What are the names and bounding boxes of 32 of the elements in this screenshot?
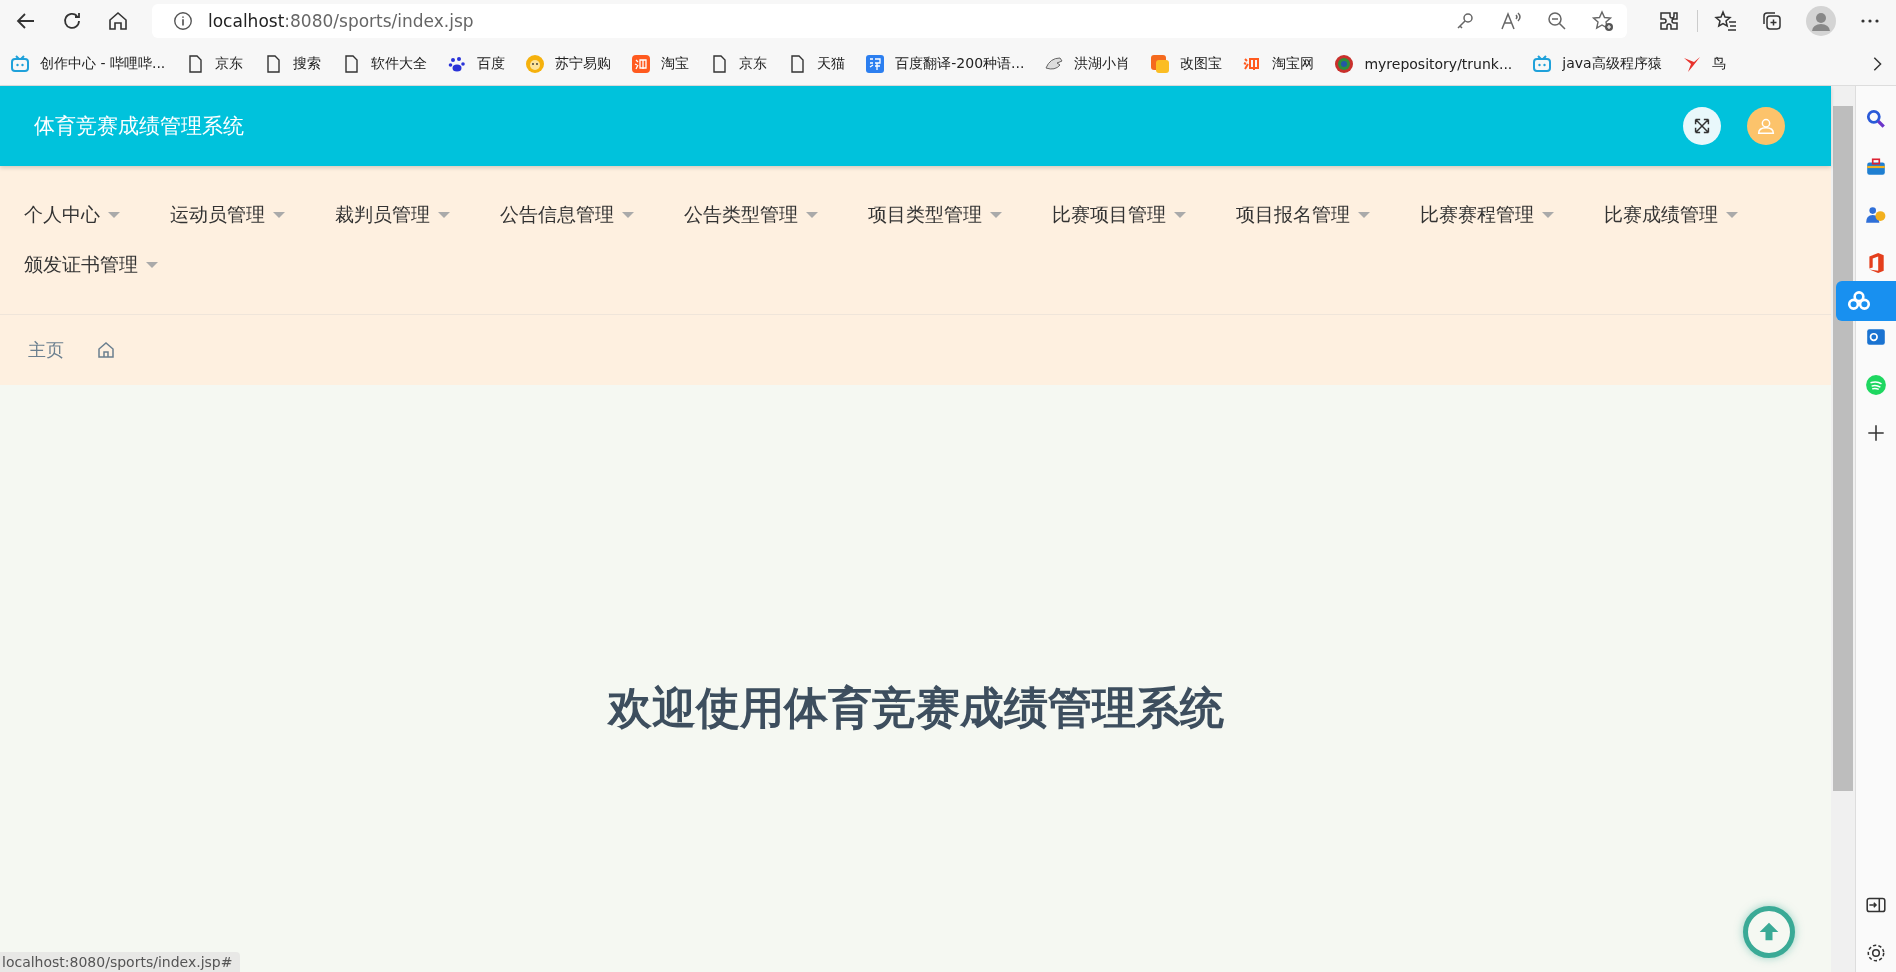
bookmark-item[interactable]: 百度翻译-200种语... bbox=[865, 53, 1025, 74]
nav-menu-item[interactable]: 裁判员管理 bbox=[335, 201, 450, 229]
bookmark-item[interactable]: myrepository/trunk... bbox=[1334, 53, 1513, 74]
nav-menu-item[interactable]: 个人中心 bbox=[24, 201, 120, 229]
bookmark-item[interactable]: 创作中心 - 哔哩哔... bbox=[10, 53, 166, 74]
address-bar[interactable]: localhost:8080/sports/index.jsp bbox=[152, 4, 1627, 38]
nav-menu-item[interactable]: 项目类型管理 bbox=[868, 201, 1002, 229]
nav-menu-item[interactable]: 比赛项目管理 bbox=[1052, 201, 1186, 229]
bookmark-item[interactable]: 洪湖小肖 bbox=[1044, 53, 1131, 74]
bookmark-item[interactable]: 淘宝 bbox=[631, 53, 690, 74]
bookmark-item[interactable]: 京东 bbox=[709, 53, 768, 74]
bookmark-item[interactable]: 百度 bbox=[447, 53, 506, 74]
bookmark-item[interactable]: 鸟 bbox=[1681, 53, 1726, 74]
status-bar-url: localhost:8080/sports/index.jsp# bbox=[0, 952, 241, 972]
nav-menu-item[interactable]: 公告类型管理 bbox=[684, 201, 818, 229]
bookmark-item[interactable]: 改图宝 bbox=[1150, 53, 1223, 74]
bookmark-item[interactable]: 搜索 bbox=[263, 53, 322, 74]
nav-menu-item[interactable]: 运动员管理 bbox=[170, 201, 285, 229]
app-title: 体育竞赛成绩管理系统 bbox=[34, 113, 244, 140]
bookmark-item[interactable]: 京东 bbox=[185, 53, 244, 74]
bookmark-item[interactable]: 天猫 bbox=[787, 53, 846, 74]
bookmark-item[interactable]: java高级程序猿 bbox=[1532, 53, 1662, 74]
bookmark-item[interactable]: 淘宝网 bbox=[1242, 53, 1315, 74]
bookmark-item[interactable]: 软件大全 bbox=[341, 53, 428, 74]
nav-menu-item[interactable]: 公告信息管理 bbox=[500, 201, 634, 229]
nav-menu-item[interactable]: 颁发证书管理 bbox=[24, 251, 158, 279]
welcome-heading: 欢迎使用体育竞赛成绩管理系统 bbox=[607, 681, 1224, 735]
nav-menu-item[interactable]: 比赛成绩管理 bbox=[1604, 201, 1738, 229]
breadcrumb-link[interactable]: 主页 bbox=[28, 338, 64, 362]
bookmark-item[interactable]: 苏宁易购 bbox=[525, 53, 612, 74]
nav-menu-item[interactable]: 比赛赛程管理 bbox=[1420, 201, 1554, 229]
nav-menu-item[interactable]: 项目报名管理 bbox=[1236, 201, 1370, 229]
